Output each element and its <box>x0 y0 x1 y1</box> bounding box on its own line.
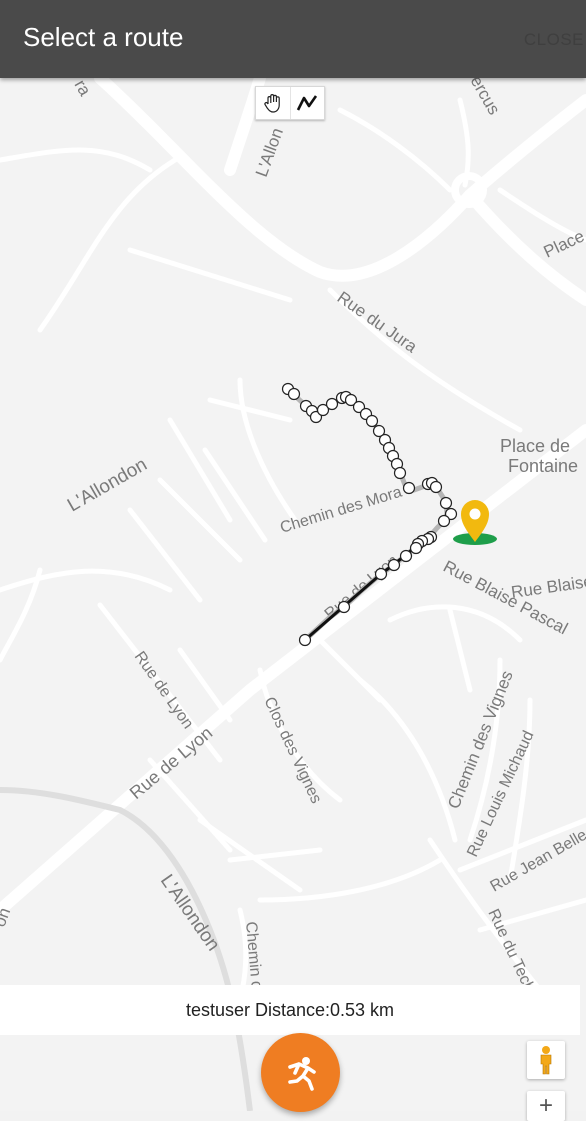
map-label: Rue du Jura <box>334 288 421 357</box>
distance-status: testuser Distance:0.53 km <box>0 985 580 1035</box>
distance-text: testuser Distance:0.53 km <box>186 1000 394 1021</box>
map-canvas: L'Allon ra ercus Place Rue du Jura L'All… <box>0 78 586 1111</box>
hand-icon[interactable] <box>256 87 290 119</box>
start-activity-button[interactable] <box>261 1033 340 1112</box>
map-label: ra <box>71 78 95 100</box>
map-label: L'Allondon <box>64 454 151 516</box>
zoom-in-button[interactable]: + <box>527 1091 565 1121</box>
page-title: Select a route <box>23 22 183 53</box>
running-person-icon <box>281 1053 321 1093</box>
map-label: Rue Jean Belle <box>488 826 586 895</box>
map-label: Rue Blaise Pascal <box>510 564 586 602</box>
app-header: Select a route CLOSE <box>0 0 586 78</box>
map-label: ercus <box>467 78 504 118</box>
pegman-icon[interactable] <box>527 1041 565 1079</box>
map-label: Place de <box>500 436 570 456</box>
map-label: Fontaine <box>508 456 578 476</box>
minor-streets <box>0 100 586 1000</box>
drawing-toolbox <box>255 86 325 120</box>
close-button[interactable]: CLOSE <box>524 30 584 50</box>
polyline-icon[interactable] <box>290 87 325 119</box>
map-label: Clos des Vignes <box>260 695 324 807</box>
map-label: Rue de Lyon <box>126 723 217 804</box>
map-view[interactable]: L'Allon ra ercus Place Rue du Jura L'All… <box>0 78 586 1111</box>
map-label: L'Allon <box>252 125 287 179</box>
map-label: Chemin des Mora <box>278 484 404 537</box>
